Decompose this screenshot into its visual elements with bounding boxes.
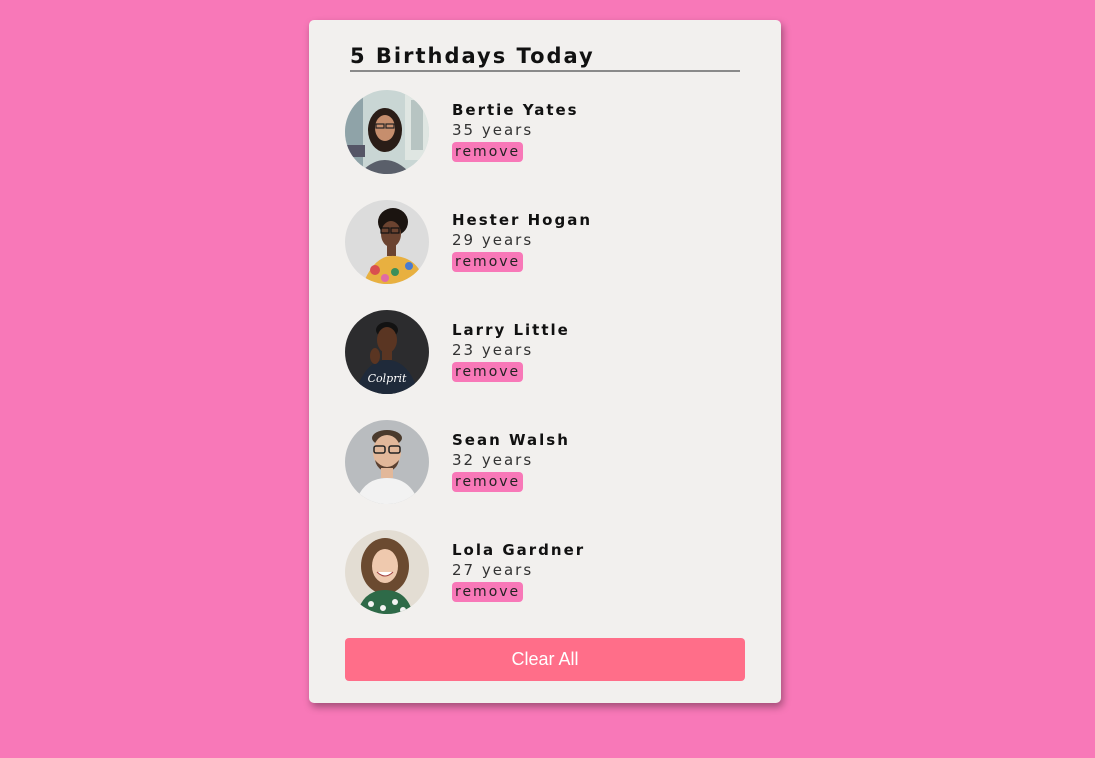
person-item: Lola Gardner 27 years remove <box>345 530 745 614</box>
person-age: 32 years <box>452 451 534 469</box>
page-title: 5 Birthdays Today <box>350 42 740 72</box>
remove-button[interactable]: remove <box>452 472 524 492</box>
person-item: Bertie Yates 35 years remove <box>345 90 745 174</box>
person-age: 27 years <box>452 561 534 579</box>
remove-button[interactable]: remove <box>452 362 524 382</box>
avatar <box>345 90 429 174</box>
person-age: 23 years <box>452 341 534 359</box>
person-name: Bertie Yates <box>452 101 579 119</box>
remove-button[interactable]: remove <box>452 142 524 162</box>
shirt-print: Colprit <box>368 372 407 385</box>
person-item: Colprit Larry Little 23 years remove <box>345 310 745 394</box>
remove-button[interactable]: remove <box>452 582 524 602</box>
remove-button[interactable]: remove <box>452 252 524 272</box>
person-item: Sean Walsh 32 years remove <box>345 420 745 504</box>
person-age: 35 years <box>452 121 534 139</box>
person-age: 29 years <box>452 231 534 249</box>
person-name: Larry Little <box>452 321 570 339</box>
person-name: Sean Walsh <box>452 431 570 449</box>
person-name: Hester Hogan <box>452 211 593 229</box>
clear-all-button[interactable]: Clear All <box>345 638 745 681</box>
person-name: Lola Gardner <box>452 541 586 559</box>
avatar: Colprit <box>345 310 429 394</box>
person-item: Hester Hogan 29 years remove <box>345 200 745 284</box>
avatar <box>345 530 429 614</box>
avatar <box>345 200 429 284</box>
birthday-card: 5 Birthdays Today Bertie Yates 35 years … <box>309 20 781 703</box>
avatar <box>345 420 429 504</box>
